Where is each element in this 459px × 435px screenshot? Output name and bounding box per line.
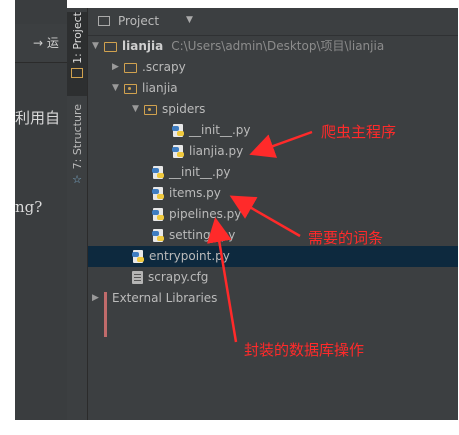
tree-root-lianjia[interactable]: ▼ lianjia C:\Users\admin\Desktop\项目\lian… <box>92 36 384 57</box>
expand-arrow-icon[interactable]: ▼ <box>132 99 144 120</box>
tree-item-label: lianjia <box>142 81 178 95</box>
tree-item-label: items.py <box>169 186 221 200</box>
chevron-down-icon[interactable]: ▼ <box>186 15 193 25</box>
python-file-icon <box>152 186 164 201</box>
tree-item-pipelines-py[interactable]: pipelines.py <box>152 204 241 225</box>
tree-item-label: settings.py <box>169 228 236 242</box>
config-file-icon <box>132 271 143 284</box>
background-text-fragment-2: ng? <box>15 198 43 216</box>
tool-window-strip: 1: Project 7: Structure ☆ <box>67 8 88 420</box>
tree-item-scrapy-cfg[interactable]: scrapy.cfg <box>132 267 208 288</box>
background-toolbar-fragment[interactable]: → 运 <box>33 34 59 51</box>
folder-icon <box>104 41 117 52</box>
expand-arrow-icon[interactable]: ▼ <box>92 36 104 57</box>
tree-item-label: __init__.py <box>169 165 231 179</box>
tree-item-label: External Libraries <box>112 291 218 305</box>
python-file-icon <box>152 228 164 243</box>
tree-item-label: lianjia.py <box>189 144 244 158</box>
tree-item-spiders-package[interactable]: ▼ spiders <box>132 99 205 120</box>
tab-project[interactable]: 1: Project <box>67 12 87 96</box>
root-folder-name: lianjia <box>122 39 164 53</box>
tab-structure[interactable]: 7: Structure ☆ <box>67 104 87 194</box>
collapse-arrow-icon[interactable]: ▶ <box>92 288 104 309</box>
tree-item-label: .scrapy <box>142 60 186 74</box>
background-text-fragment-1: 利用自 <box>15 109 61 127</box>
root-folder-path: C:\Users\admin\Desktop\项目\lianjia <box>171 39 385 53</box>
package-folder-icon <box>124 83 137 94</box>
annotation-db-operations: 封装的数据库操作 <box>244 341 365 359</box>
python-file-icon <box>152 165 164 180</box>
annotation-needed-fields: 需要的词条 <box>308 229 384 247</box>
screenshot-stage: → 运 利用自 ng? 1: Project 7: Structure ☆ Pr… <box>0 0 459 435</box>
tree-item-label: entrypoint.py <box>149 249 230 263</box>
panel-project-icon <box>98 16 110 26</box>
library-icon <box>104 292 107 337</box>
python-file-icon <box>132 249 144 264</box>
tree-item-entrypoint-py[interactable]: entrypoint.py <box>88 246 458 267</box>
tree-item-spiders-init[interactable]: __init__.py <box>172 120 251 141</box>
package-folder-icon <box>144 104 157 115</box>
tree-item-settings-py[interactable]: settings.py <box>152 225 235 246</box>
expand-arrow-icon[interactable]: ▼ <box>112 78 124 99</box>
tree-item-lianjia-py[interactable]: lianjia.py <box>172 141 243 162</box>
tab-structure-label: 7: Structure <box>70 104 84 170</box>
tree-item-label: pipelines.py <box>169 207 242 221</box>
tree-item-package-init[interactable]: __init__.py <box>152 162 231 183</box>
python-file-icon <box>172 144 184 159</box>
tree-item-scrapy-folder[interactable]: ▶ .scrapy <box>112 57 186 78</box>
tree-item-lianjia-package[interactable]: ▼ lianjia <box>112 78 178 99</box>
tree-item-label: __init__.py <box>189 123 251 137</box>
tree-item-external-libraries[interactable]: ▶ External Libraries <box>92 288 218 337</box>
python-file-icon <box>172 123 184 138</box>
tree-item-label: scrapy.cfg <box>148 270 209 284</box>
background-content-pane: → 运 利用自 ng? <box>15 0 67 420</box>
folder-icon <box>124 62 137 73</box>
tab-project-label: 1: Project <box>70 12 84 64</box>
structure-icon: ☆ <box>72 173 82 187</box>
panel-title[interactable]: Project <box>118 14 159 28</box>
project-panel-header: Project ▼ <box>88 8 458 36</box>
tree-item-label: spiders <box>162 102 206 116</box>
project-folder-icon <box>71 67 83 78</box>
collapse-arrow-icon[interactable]: ▶ <box>112 57 124 78</box>
annotation-crawler-main: 爬虫主程序 <box>321 123 397 141</box>
python-file-icon <box>152 207 164 222</box>
tree-item-items-py[interactable]: items.py <box>152 183 221 204</box>
